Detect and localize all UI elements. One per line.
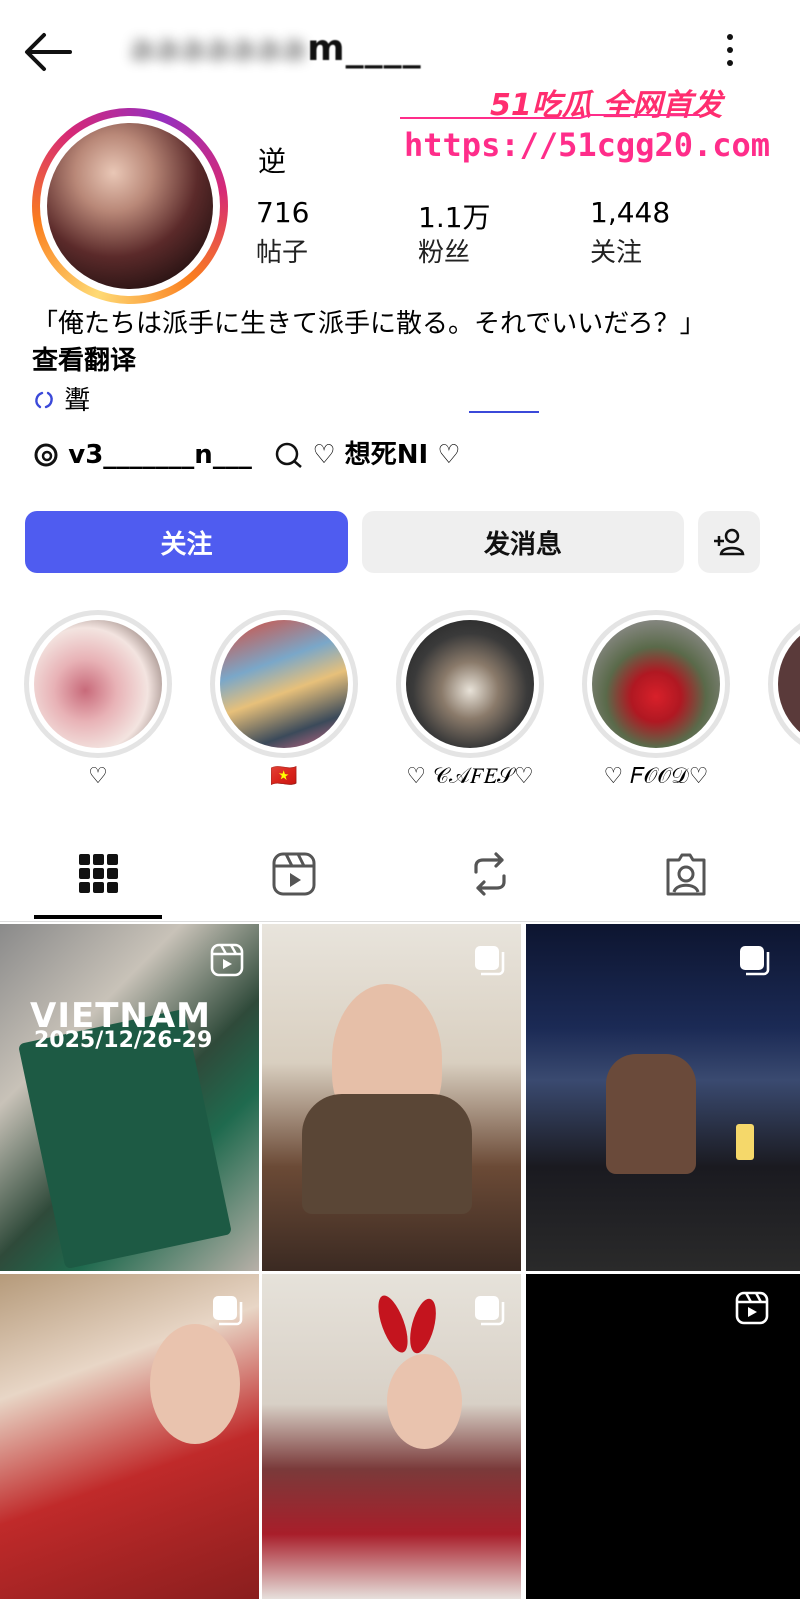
highlight-2[interactable] (210, 610, 358, 758)
bio-text: 「俺たちは派手に生きて派手に散る。それでいいだろ？」 (32, 309, 706, 339)
threads-note: ♡ 想死NI ♡ (312, 440, 461, 470)
message-button[interactable]: 发消息 (362, 511, 684, 573)
highlight-label: ♡ (88, 764, 108, 789)
watermark-url: https://51cgg20.com (404, 126, 771, 164)
highlight-3[interactable] (396, 610, 544, 758)
highlight-label: ♡ 𝐹𝒪𝒪𝒟♡ (603, 764, 709, 789)
candle-shape (736, 1124, 754, 1160)
highlight-image (406, 620, 534, 748)
person-shape (606, 1054, 696, 1174)
reels-icon (735, 1291, 769, 1325)
grid-icon[interactable] (75, 850, 123, 898)
avatar[interactable] (47, 123, 213, 289)
link-icon (35, 391, 53, 409)
highlight-image (592, 620, 720, 748)
arrow-left-icon[interactable] (22, 30, 74, 74)
followers-label[interactable]: 粉丝 (418, 232, 470, 269)
display-name: 逆 (258, 145, 287, 178)
grid-post-4[interactable] (0, 1274, 259, 1599)
following-label[interactable]: 关注 (590, 232, 642, 269)
post-date: 2025/12/26-29 (34, 1028, 213, 1053)
bio-link[interactable]: 聻 (32, 380, 539, 417)
highlight-image (220, 620, 348, 748)
link-underline (468, 411, 539, 413)
multi-post-icon (213, 1296, 243, 1326)
highlight-label: ♡ 𝒞𝒜𝐹𝐸𝒮♡ (406, 764, 534, 789)
add-user-icon (714, 528, 745, 556)
translate-link[interactable]: 查看翻译 (32, 340, 136, 377)
top-shape (302, 1094, 472, 1214)
reels-icon[interactable] (270, 850, 318, 898)
more-vertical-icon[interactable] (724, 34, 736, 70)
bunny-ear (405, 1296, 441, 1356)
grid-post-6[interactable] (526, 1274, 800, 1599)
grid-post-3[interactable] (526, 924, 800, 1271)
tagged-icon[interactable] (662, 850, 710, 898)
active-tab-indicator (34, 915, 162, 919)
username-title: aaaaaaam____ (130, 28, 422, 69)
watermark-line (400, 114, 700, 119)
followers-count[interactable]: 1.1万 (418, 196, 491, 236)
follow-button[interactable]: 关注 (25, 511, 348, 573)
add-user-button[interactable] (698, 511, 760, 573)
highlight-5-partial[interactable] (768, 610, 800, 758)
reposts-icon[interactable] (466, 850, 514, 898)
multi-post-icon (740, 946, 770, 976)
bio-link-text: 聻 (64, 386, 91, 416)
highlight-image (34, 620, 162, 748)
multi-post-icon (475, 946, 505, 976)
highlight-label: 🇻🇳 (270, 764, 298, 789)
divider (0, 921, 800, 922)
reels-icon (210, 943, 244, 977)
threads-handle: v3_______n___ (68, 440, 252, 470)
following-count[interactable]: 1,448 (590, 196, 670, 229)
bunny-ear (372, 1292, 414, 1356)
face-shape (387, 1354, 462, 1449)
highlight-4[interactable] (582, 610, 730, 758)
grid-post-5[interactable] (262, 1274, 521, 1599)
grid-post-2[interactable] (262, 924, 521, 1271)
multi-post-icon (475, 1296, 505, 1326)
chat-search-icon (275, 442, 302, 468)
posts-count[interactable]: 716 (256, 196, 309, 229)
grid-post-1[interactable]: VIETNAM 2025/12/26-29 (0, 924, 259, 1271)
threads-icon (34, 443, 58, 467)
face-shape (150, 1324, 240, 1444)
posts-label[interactable]: 帖子 (256, 232, 308, 269)
threads-row[interactable]: v3_______n___ ♡ 想死NI ♡ (32, 434, 461, 474)
highlight-1[interactable] (24, 610, 172, 758)
